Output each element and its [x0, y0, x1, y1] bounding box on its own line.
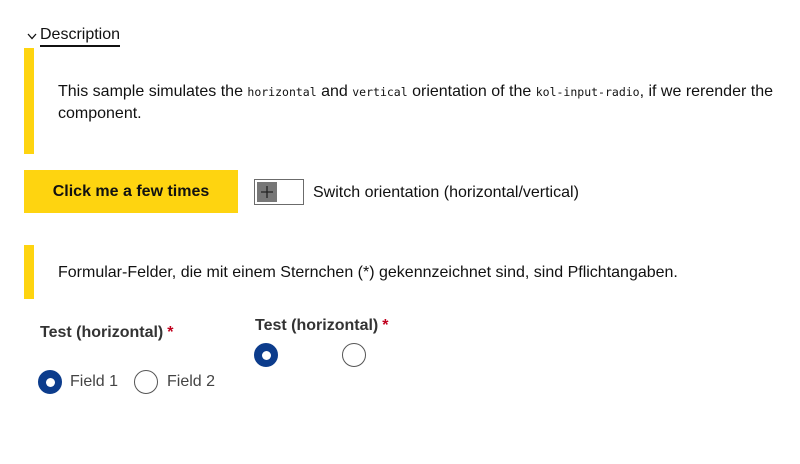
radio-field-1[interactable] [38, 370, 62, 394]
description-text-part: and [316, 83, 353, 100]
radio-field-1-label[interactable]: Field 1 [70, 372, 118, 392]
code-vertical: vertical [352, 85, 408, 99]
switch-label: Switch orientation (horizontal/vertical) [313, 184, 579, 201]
description-text-part: This sample simulates the [58, 83, 248, 100]
radio-group-1-legend: Test (horizontal) * [40, 323, 173, 343]
legend-label: Test (horizontal) [255, 317, 379, 334]
description-text: This sample simulates the horizontal and… [58, 81, 788, 124]
code-horizontal: horizontal [247, 85, 317, 99]
radio-field-2[interactable] [134, 370, 158, 394]
click-me-button[interactable]: Click me a few times [24, 170, 238, 213]
code-component-name: kol-input-radio [535, 85, 640, 99]
description-toggle[interactable]: Description [27, 25, 121, 47]
radio-option-2[interactable] [342, 343, 366, 367]
legend-label: Test (horizontal) [40, 324, 164, 341]
description-alert: This sample simulates the horizontal and… [24, 48, 784, 154]
description-text-part: orientation of the [407, 83, 536, 100]
form-notice-text: Formular-Felder, die mit einem Sternchen… [58, 264, 678, 281]
required-asterisk: * [382, 317, 389, 334]
required-asterisk: * [167, 324, 174, 341]
description-summary-label: Description [40, 26, 121, 47]
chevron-down-icon [27, 31, 37, 41]
form-notice-alert: Formular-Felder, die mit einem Sternchen… [24, 245, 784, 299]
orientation-switch[interactable] [254, 179, 304, 205]
radio-option-1[interactable] [254, 343, 278, 367]
plus-icon [257, 182, 277, 202]
radio-group-2-legend: Test (horizontal) * [255, 316, 388, 336]
radio-field-2-label[interactable]: Field 2 [167, 372, 215, 392]
